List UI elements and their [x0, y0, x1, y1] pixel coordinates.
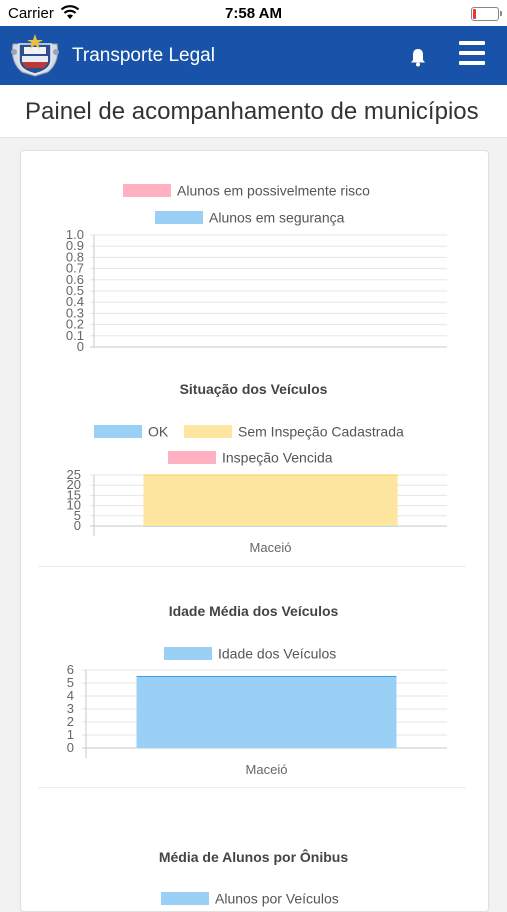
chart-title-vehicles-status: Situação dos Veículos	[179, 381, 328, 397]
legend-swatch	[161, 891, 209, 905]
legend-label: Idade dos Veículos	[218, 645, 337, 662]
bar	[143, 475, 398, 526]
y-tick-label: 0	[77, 339, 84, 354]
legend-label: Alunos por Veículos	[215, 890, 339, 907]
chart-title-students-per-bus: Média de Alunos por Ônibus	[158, 849, 349, 865]
legend-label: OK	[148, 423, 169, 440]
legend-item-ok[interactable]: OK	[94, 422, 169, 440]
divider	[38, 787, 466, 788]
legend-item-students-per-bus[interactable]: Alunos por Veículos	[161, 889, 339, 907]
x-tick-label: Maceió	[250, 540, 292, 555]
legend-label: Sem Inspeção Cadastrada	[238, 423, 404, 440]
y-tick-label: 0	[67, 740, 74, 755]
legend-swatch	[94, 424, 142, 438]
legend-swatch	[168, 450, 216, 464]
legend-item-expired-inspection[interactable]: Inspeção Vencida	[168, 448, 333, 466]
legend-item-no-inspection[interactable]: Sem Inspeção Cadastrada	[184, 422, 404, 440]
legend-item-vehicle-age[interactable]: Idade dos Veículos	[164, 644, 337, 662]
divider	[38, 566, 466, 567]
legend-label: Inspeção Vencida	[222, 449, 333, 466]
legend-swatch	[184, 424, 232, 438]
x-tick-label: Maceió	[246, 762, 288, 777]
bar	[136, 676, 397, 748]
legend-swatch	[164, 646, 212, 660]
chart-title-vehicle-age: Idade Média dos Veículos	[168, 603, 339, 619]
y-tick-label: 0	[74, 518, 81, 533]
